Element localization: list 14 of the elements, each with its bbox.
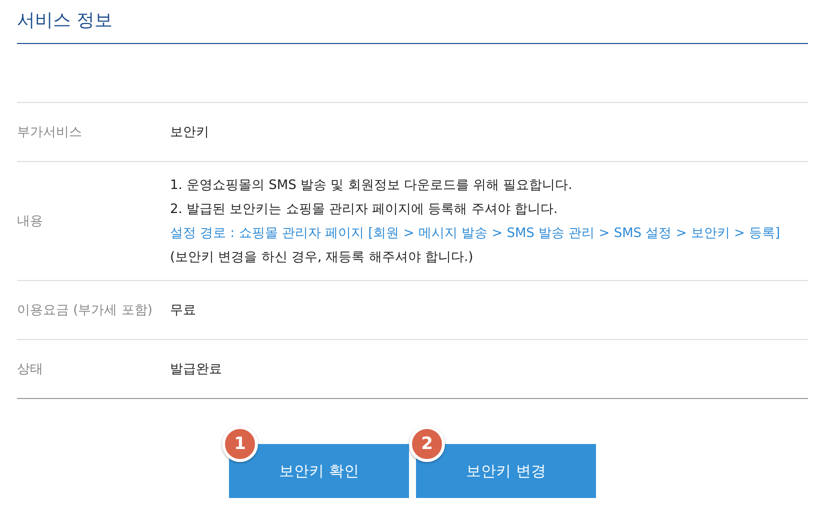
field-value: 1. 운영쇼핑몰의 SMS 발송 및 회원정보 다운로드를 위해 필요합니다. <box>170 177 574 194</box>
field-value: 2. 발급된 보안키는 쇼핑몰 관리자 페이지에 등록해 주셔야 합니다. <box>170 201 559 218</box>
step-badge: 1 <box>222 426 258 462</box>
settings-path-text: 설정 경로 : 쇼핑몰 관리자 페이지 [회원 > 메시지 발송 > SMS 발송 관리 > SMS 설정 > 보안키 > 등록] <box>170 225 780 242</box>
section-title: 서비스 정보 <box>17 0 808 44</box>
field-label: 내용 <box>17 213 44 230</box>
field-value: 발급완료 <box>170 361 222 378</box>
field-label: 상태 <box>17 361 44 378</box>
step-badge: 2 <box>409 426 445 462</box>
field-label: 부가서비스 <box>17 124 83 141</box>
field-value: (보안키 변경을 하신 경우, 재등록 해주셔야 합니다.) <box>170 249 474 266</box>
field-value: 무료 <box>170 302 196 319</box>
field-value: 보안키 <box>170 124 209 141</box>
field-label: 이용요금 (부가세 포함) <box>17 302 154 319</box>
